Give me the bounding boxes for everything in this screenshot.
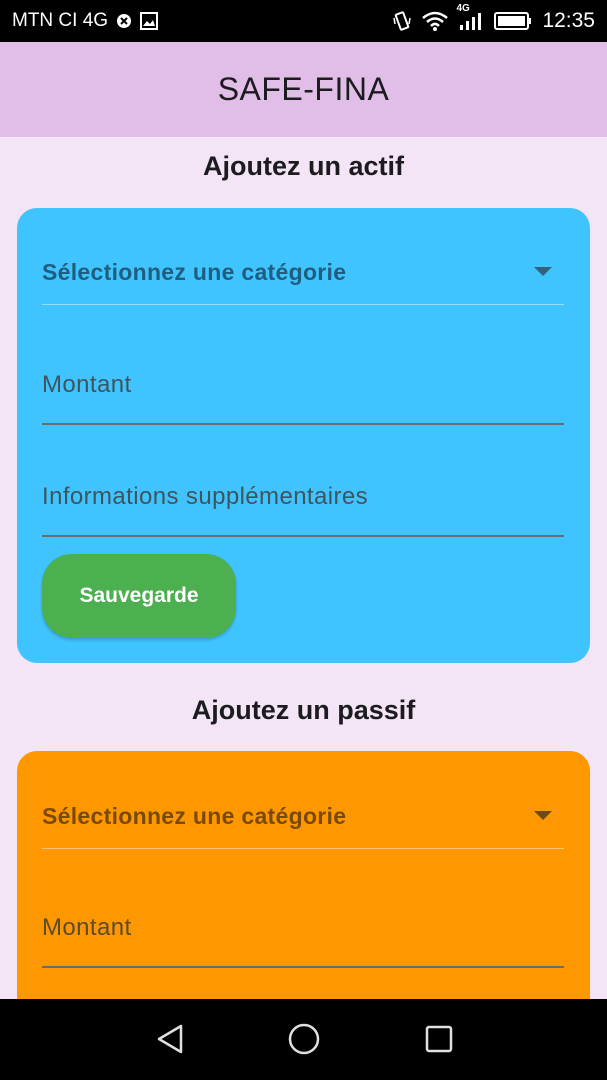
back-button[interactable]	[148, 1019, 192, 1059]
home-icon	[288, 1023, 320, 1055]
liability-category-dropdown[interactable]: Sélectionnez une catégorie	[42, 783, 564, 849]
liability-amount-field[interactable]	[42, 888, 564, 968]
asset-amount-input[interactable]	[42, 345, 564, 425]
liability-category-value: Sélectionnez une catégorie	[42, 802, 347, 829]
dropdown-underline	[42, 304, 564, 305]
clock: 12:35	[542, 9, 595, 32]
carrier-label: MTN CI 4G	[12, 10, 109, 31]
back-icon	[157, 1024, 183, 1054]
wifi-icon	[422, 11, 449, 31]
status-bar: MTN CI 4G 4G 12:35	[0, 0, 607, 42]
recents-button[interactable]	[417, 1019, 461, 1059]
vibrate-icon	[392, 10, 412, 32]
liability-amount-input[interactable]	[42, 888, 564, 968]
chevron-down-icon	[534, 811, 552, 820]
signal-icon: 4G	[456, 3, 484, 31]
field-underline	[42, 535, 564, 537]
battery-icon	[494, 12, 532, 30]
app-title: SAFE-FINA	[217, 71, 390, 107]
main-content[interactable]: Ajoutez un actif Sélectionnez une catégo…	[0, 137, 607, 999]
chevron-down-icon	[534, 267, 552, 276]
liability-form-card: Sélectionnez une catégorie	[17, 751, 590, 999]
asset-amount-field[interactable]	[42, 345, 564, 425]
home-button[interactable]	[282, 1019, 326, 1059]
asset-section-title: Ajoutez un actif	[203, 151, 404, 181]
liability-section-title: Ajoutez un passif	[191, 695, 416, 725]
recents-icon	[425, 1025, 453, 1053]
asset-form-card: Sélectionnez une catégorie Sauvegarde	[17, 208, 590, 663]
save-button[interactable]: Sauvegarde	[42, 554, 236, 638]
field-underline	[42, 423, 564, 425]
field-underline	[42, 966, 564, 968]
app-bar: SAFE-FINA	[0, 42, 607, 137]
asset-info-input[interactable]	[42, 457, 564, 537]
asset-info-field[interactable]	[42, 457, 564, 537]
network-type-label: 4G	[456, 3, 470, 14]
dropdown-underline	[42, 848, 564, 849]
blocked-icon	[116, 13, 132, 29]
image-icon	[140, 12, 159, 30]
navigation-bar	[0, 999, 607, 1080]
asset-category-value: Sélectionnez une catégorie	[42, 258, 347, 285]
asset-category-dropdown[interactable]: Sélectionnez une catégorie	[42, 239, 564, 305]
